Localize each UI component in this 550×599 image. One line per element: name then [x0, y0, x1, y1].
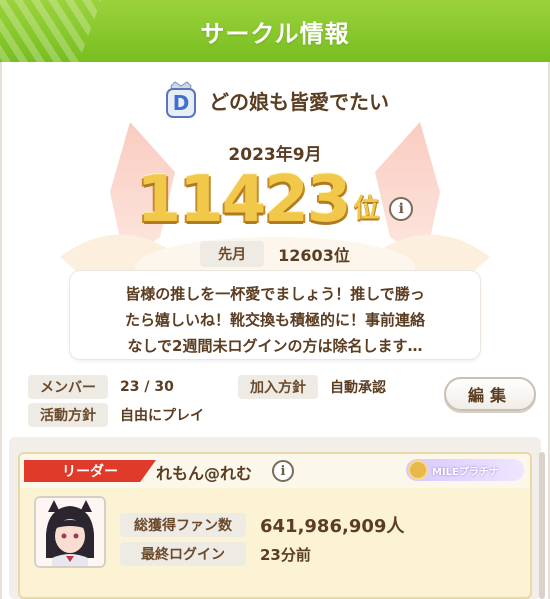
avatar[interactable] — [34, 496, 106, 568]
last-login-value: 23分前 — [260, 545, 311, 564]
leader-header: リーダー れもん@れむ i MILEプラチナ — [20, 454, 530, 488]
edit-button[interactable]: 編集 — [444, 377, 536, 411]
league-rank-chip: MILEプラチナ — [406, 459, 524, 481]
description-line: 皆様の推しを一杯愛でましょう！推しで勝っ — [125, 285, 425, 303]
fans-row: 総獲得ファン数 641,986,909人 — [120, 512, 404, 538]
activity-policy-label: 活動方針 — [28, 403, 108, 427]
total-fans-label: 総獲得ファン数 — [120, 513, 246, 537]
meta-row-activity: 活動方針 自由にプレイ — [28, 401, 448, 429]
description-line: たら嬉しいね！靴交換も積極的に！事前連絡 — [124, 311, 425, 329]
meta-row-members: メンバー 23 / 30 加入方針 自動承認 — [28, 373, 448, 401]
members-label: メンバー — [28, 375, 108, 399]
circle-description: 皆様の推しを一杯愛でましょう！推しで勝っ たら嬉しいね！靴交換も積極的に！事前連… — [70, 271, 480, 359]
ranking-display: 11423 位 i — [0, 165, 550, 235]
previous-month-value: 12603位 — [278, 246, 350, 265]
leader-card[interactable]: リーダー れもん@れむ i MILEプラチナ 総獲得ファン数 641,986,9… — [18, 452, 532, 599]
description-line: なしで2週間未ログインの方は除名します… — [127, 337, 423, 355]
login-row: 最終ログイン 23分前 — [120, 542, 311, 566]
join-policy-value: 自動承認 — [330, 380, 386, 396]
header-stripe-decoration — [0, 0, 102, 62]
leader-info-icon[interactable]: i — [272, 460, 294, 482]
previous-month-row: 先月 12603位 — [0, 241, 550, 267]
circle-name-row: D どの娘も皆愛でたい — [0, 80, 550, 120]
join-policy-label: 加入方針 — [238, 375, 318, 399]
activity-policy-value: 自由にプレイ — [120, 408, 204, 424]
members-value: 23 / 30 — [120, 379, 174, 395]
ranking-info-icon[interactable]: i — [389, 197, 414, 221]
page-title: サークル情報 — [200, 19, 350, 48]
ranking-month: 2023年9月 — [228, 145, 322, 165]
league-rank-label: MILEプラチナ — [432, 466, 499, 478]
last-login-label: 最終ログイン — [120, 542, 246, 566]
rank-badge-letter: D — [173, 91, 190, 115]
scrollbar[interactable] — [539, 452, 545, 599]
circle-name: どの娘も皆愛でたい — [209, 89, 389, 114]
ranking-suffix: 位 — [353, 194, 380, 224]
total-fans-value: 641,986,909人 — [260, 516, 405, 537]
leader-tag: リーダー — [24, 460, 156, 482]
ranking-number: 11423 — [136, 163, 352, 237]
header-bar: サークル情報 — [0, 0, 550, 62]
medal-icon — [408, 460, 428, 480]
previous-month-label: 先月 — [200, 241, 265, 267]
circle-meta: メンバー 23 / 30 加入方針 自動承認 活動方針 自由にプレイ — [28, 373, 448, 429]
leader-name: れもん@れむ — [156, 464, 253, 483]
d-rank-crown-badge-icon: D — [161, 80, 201, 120]
